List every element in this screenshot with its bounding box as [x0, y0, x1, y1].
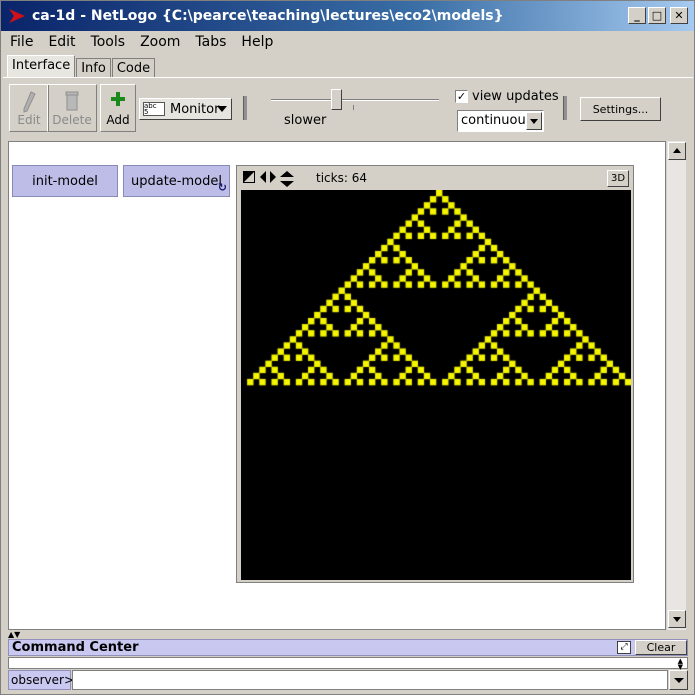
view-updates-label: view updates — [472, 89, 559, 104]
trash-icon — [65, 91, 79, 114]
menu-file[interactable]: File — [4, 34, 39, 50]
expand-icon[interactable]: ⤢ — [617, 641, 631, 654]
command-history: ▲ ▼ — [8, 657, 688, 671]
command-input[interactable] — [72, 670, 668, 690]
menu-help[interactable]: Help — [235, 34, 279, 50]
netlogo-window: ca-1d - NetLogo {C:\pearce\teaching\lect… — [0, 0, 695, 695]
init-model-button[interactable]: init-model — [12, 165, 118, 197]
update-model-button[interactable]: update-model ↻ — [123, 165, 230, 197]
menu-tools[interactable]: Tools — [85, 34, 132, 50]
plus-icon — [110, 91, 126, 110]
widget-type-select[interactable]: abc 5 Monitor — [139, 98, 232, 120]
command-input-row: observer> — [8, 670, 688, 690]
tab-code[interactable]: Code — [111, 58, 156, 77]
netlogo-logo-icon — [8, 7, 26, 25]
speed-slider-tick — [353, 105, 354, 110]
add-button[interactable]: Add — [100, 84, 136, 132]
history-dropdown-button[interactable] — [669, 670, 688, 690]
history-scroll-icon[interactable]: ▲ ▼ — [678, 658, 683, 671]
view-control-strip: ticks: 64 3D — [237, 166, 633, 190]
vertical-arrows-icon[interactable] — [280, 171, 294, 191]
edit-button[interactable]: Edit — [9, 84, 49, 132]
toolbar-divider — [563, 96, 567, 120]
monitor-widget-icon: abc 5 — [143, 102, 165, 116]
view-updates-checkbox[interactable]: ✓ — [455, 90, 468, 103]
scroll-up-button[interactable] — [668, 142, 686, 160]
speed-label: slower — [284, 113, 327, 128]
title-bar: ca-1d - NetLogo {C:\pearce\teaching\lect… — [1, 1, 694, 31]
speed-slider-thumb[interactable] — [331, 89, 342, 110]
interface-toolbar: Edit Delete Add abc 5 Monitor slower ✓ vi… — [3, 77, 693, 137]
delete-button-label: Delete — [52, 113, 92, 127]
ca-world-grid[interactable] — [241, 190, 631, 580]
chevron-down-icon — [217, 106, 227, 112]
menu-tabs[interactable]: Tabs — [189, 34, 232, 50]
delete-button[interactable]: Delete — [47, 84, 97, 132]
update-mode-select[interactable]: continuous — [457, 110, 544, 132]
interface-scrollbar[interactable] — [666, 141, 686, 630]
horizontal-arrows-icon[interactable] — [260, 171, 276, 187]
command-center-header: Command Center ⤢ Clear — [8, 639, 688, 656]
window-title: ca-1d - NetLogo {C:\pearce\teaching\lect… — [32, 8, 504, 24]
minimize-button[interactable]: _ — [628, 7, 646, 24]
widget-type-value: Monitor — [170, 101, 220, 117]
forever-icon: ↻ — [217, 181, 227, 194]
add-button-label: Add — [106, 113, 130, 127]
speed-slider-track[interactable] — [271, 99, 439, 101]
tab-info[interactable]: Info — [76, 58, 111, 77]
tab-strip: Interface Info Code — [7, 55, 156, 77]
agent-selector[interactable]: observer> — [8, 670, 74, 690]
command-center-splitter[interactable]: ▲▼ — [8, 631, 688, 639]
tab-interface[interactable]: Interface — [7, 55, 76, 77]
menu-bar: File Edit Tools Zoom Tabs Help — [1, 31, 694, 52]
3d-view-button[interactable]: 3D — [607, 170, 629, 187]
init-model-label: init-model — [32, 173, 98, 189]
toolbar-divider — [243, 96, 247, 120]
maximize-button[interactable]: □ — [648, 7, 666, 24]
update-mode-value: continuous — [461, 113, 533, 128]
update-model-label: update-model — [131, 173, 222, 189]
view-size-icon[interactable] — [243, 171, 255, 187]
scroll-down-button[interactable] — [668, 610, 686, 628]
chevron-down-icon — [526, 112, 542, 130]
ticks-counter: ticks: 64 — [316, 171, 367, 185]
clear-button[interactable]: Clear — [635, 640, 687, 655]
pencil-icon — [22, 91, 36, 116]
close-button[interactable]: ✕ — [670, 7, 688, 24]
world-view: ticks: 64 3D — [236, 165, 634, 583]
menu-edit[interactable]: Edit — [42, 34, 81, 50]
command-center-title: Command Center — [12, 640, 139, 655]
menu-zoom[interactable]: Zoom — [134, 34, 186, 50]
settings-button[interactable]: Settings... — [580, 97, 661, 121]
